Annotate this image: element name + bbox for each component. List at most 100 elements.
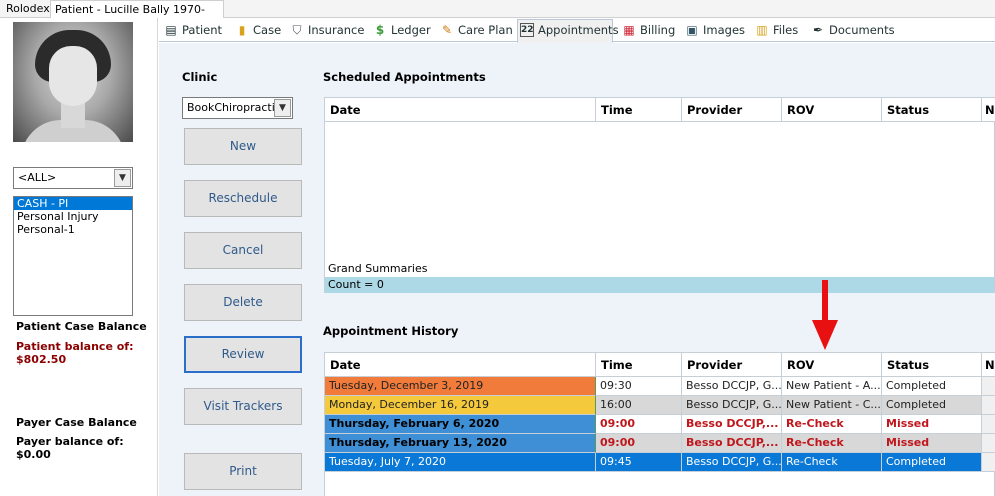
table-row[interactable]: Thursday, February 13, 2020 09:00 Besso DC… bbox=[325, 434, 995, 453]
count-summary-bar: Count = 0 bbox=[325, 277, 994, 293]
cell-time[interactable]: 09:00 bbox=[596, 434, 682, 453]
pen-icon: ✒ bbox=[812, 23, 824, 37]
cell-time[interactable]: 09:00 bbox=[596, 415, 682, 434]
case-list-item[interactable]: Personal Injury bbox=[14, 210, 132, 223]
scheduled-grid[interactable]: Date Time Provider ROV Status No Grand S… bbox=[324, 97, 995, 293]
visit-trackers-button[interactable]: Visit Trackers bbox=[184, 388, 302, 425]
delete-button[interactable]: Delete bbox=[184, 284, 302, 321]
cell-date[interactable]: Tuesday, July 7, 2020 bbox=[325, 453, 596, 472]
clinic-select[interactable]: BookChiropractic ▼ bbox=[182, 97, 293, 119]
cell-no[interactable] bbox=[982, 453, 995, 472]
shield-icon: ⛉ bbox=[292, 23, 302, 37]
tab-label: Ledger bbox=[391, 23, 431, 37]
tab-images[interactable]: ▣ Images bbox=[683, 20, 745, 42]
column-header-provider[interactable]: Provider bbox=[682, 353, 782, 377]
case-list-item[interactable]: Personal-1 bbox=[14, 223, 132, 236]
window-tab-rolodex[interactable]: Rolodex bbox=[2, 0, 54, 18]
case-filter-select[interactable]: <ALL> ▼ bbox=[13, 167, 133, 189]
cell-provider[interactable]: Besso DCCJP, G... bbox=[682, 453, 782, 472]
calendar-icon: 22 bbox=[520, 23, 534, 37]
cell-rov[interactable]: Re-Check bbox=[782, 415, 882, 434]
cell-status[interactable]: Completed bbox=[882, 453, 982, 472]
grand-summaries-label: Grand Summaries bbox=[328, 262, 428, 275]
payer-balance-value: $0.00 bbox=[16, 448, 51, 461]
cell-date[interactable]: Tuesday, December 3, 2019 bbox=[325, 377, 596, 396]
reschedule-button[interactable]: Reschedule bbox=[184, 180, 302, 217]
clinic-label: Clinic bbox=[182, 70, 218, 84]
case-list-item[interactable]: CASH - PI bbox=[14, 197, 132, 210]
column-header-date[interactable]: Date bbox=[325, 353, 596, 377]
cell-time[interactable]: 09:30 bbox=[596, 377, 682, 396]
history-title: Appointment History bbox=[323, 324, 459, 338]
cell-provider[interactable]: Besso DCCJP, G... bbox=[682, 396, 782, 415]
cell-status[interactable]: Missed bbox=[882, 434, 982, 453]
case-list[interactable]: CASH - PI Personal Injury Personal-1 bbox=[13, 196, 133, 316]
cell-rov[interactable]: New Patient - C... bbox=[782, 396, 882, 415]
column-header-status[interactable]: Status bbox=[882, 353, 982, 377]
images-icon: ▣ bbox=[686, 23, 698, 37]
column-header-date[interactable]: Date bbox=[325, 98, 596, 122]
patient-case-balance-title: Patient Case Balance bbox=[16, 320, 147, 333]
cell-date[interactable]: Thursday, February 13, 2020 bbox=[325, 434, 596, 453]
chevron-down-icon[interactable]: ▼ bbox=[114, 169, 131, 187]
column-header-provider[interactable]: Provider bbox=[682, 98, 782, 122]
cancel-button[interactable]: Cancel bbox=[184, 232, 302, 269]
scheduled-grid-header: Date Time Provider ROV Status No bbox=[325, 98, 995, 122]
window-tab-patient[interactable]: Patient - Lucille Bally 1970-07-16 bbox=[50, 0, 224, 33]
column-header-no[interactable]: No bbox=[982, 353, 995, 377]
tab-billing[interactable]: ▦ Billing bbox=[620, 20, 675, 42]
cell-status[interactable]: Completed bbox=[882, 396, 982, 415]
tab-label: Billing bbox=[640, 23, 676, 37]
cell-rov[interactable]: New Patient - A... bbox=[782, 377, 882, 396]
table-row[interactable]: Monday, December 16, 2019 16:00 Besso DCCJ… bbox=[325, 396, 995, 415]
cell-date[interactable]: Thursday, February 6, 2020 bbox=[325, 415, 596, 434]
cell-time[interactable]: 16:00 bbox=[596, 396, 682, 415]
window-tab-bar: Rolodex Patient - Lucille Bally 1970-07-… bbox=[0, 0, 995, 33]
cell-date[interactable]: Monday, December 16, 2019 bbox=[325, 396, 596, 415]
tab-documents[interactable]: ✒ Documents bbox=[809, 20, 895, 42]
tab-label: Insurance bbox=[308, 23, 365, 37]
column-header-time[interactable]: Time bbox=[596, 353, 682, 377]
tab-label: Images bbox=[703, 23, 746, 37]
cell-rov[interactable]: Re-Check bbox=[782, 453, 882, 472]
tab-case[interactable]: ▮ Case bbox=[233, 20, 281, 42]
cell-no[interactable] bbox=[982, 415, 995, 434]
table-row[interactable]: Tuesday, December 3, 2019 09:30 Besso DCCJ… bbox=[325, 377, 995, 396]
patient-card-icon: ▤ bbox=[165, 23, 177, 37]
tab-label: Appointments bbox=[538, 23, 619, 37]
cell-provider[interactable]: Besso DCCJP,... bbox=[682, 434, 782, 453]
column-header-rov[interactable]: ROV bbox=[782, 353, 882, 377]
column-header-rov[interactable]: ROV bbox=[782, 98, 882, 122]
care-plan-icon: ✎ bbox=[441, 23, 453, 37]
column-header-time[interactable]: Time bbox=[596, 98, 682, 122]
cell-no[interactable] bbox=[982, 377, 995, 396]
cell-no[interactable] bbox=[982, 434, 995, 453]
column-header-no[interactable]: No bbox=[982, 98, 995, 122]
tab-care-plan[interactable]: ✎ Care Plan bbox=[438, 20, 513, 42]
cell-time[interactable]: 09:45 bbox=[596, 453, 682, 472]
tab-label: Documents bbox=[829, 23, 895, 37]
cell-rov[interactable]: Re-Check bbox=[782, 434, 882, 453]
tab-files[interactable]: ▥ Files bbox=[753, 20, 798, 42]
history-grid[interactable]: Date Time Provider ROV Status No Tuesday… bbox=[324, 352, 995, 496]
column-header-status[interactable]: Status bbox=[882, 98, 982, 122]
cell-status[interactable]: Completed bbox=[882, 377, 982, 396]
print-button[interactable]: Print bbox=[184, 453, 302, 490]
review-button[interactable]: Review bbox=[184, 336, 302, 373]
tab-label: Files bbox=[773, 23, 799, 37]
cell-status[interactable]: Missed bbox=[882, 415, 982, 434]
tab-patient[interactable]: ▤ Patient bbox=[162, 20, 222, 42]
tab-ledger[interactable]: $ Ledger bbox=[371, 20, 431, 42]
patient-balance-value: $802.50 bbox=[16, 353, 67, 366]
table-row[interactable]: Thursday, February 6, 2020 09:00 Besso DCC… bbox=[325, 415, 995, 434]
tab-insurance[interactable]: ⛉ Insurance bbox=[288, 20, 364, 42]
red-arrow-annotation bbox=[812, 280, 838, 350]
cell-no[interactable] bbox=[982, 396, 995, 415]
tab-appointments[interactable]: 22 Appointments bbox=[517, 19, 619, 43]
table-row[interactable]: Tuesday, July 7, 2020 09:45 Besso DCCJP, G… bbox=[325, 453, 995, 472]
new-button[interactable]: New bbox=[184, 128, 302, 165]
chevron-down-icon[interactable]: ▼ bbox=[274, 99, 291, 117]
cell-provider[interactable]: Besso DCCJP,... bbox=[682, 415, 782, 434]
record-tab-bar: ▤ Patient ▮ Case ⛉ Insurance $ Ledger ✎ Care … bbox=[159, 18, 995, 43]
cell-provider[interactable]: Besso DCCJP, G... bbox=[682, 377, 782, 396]
